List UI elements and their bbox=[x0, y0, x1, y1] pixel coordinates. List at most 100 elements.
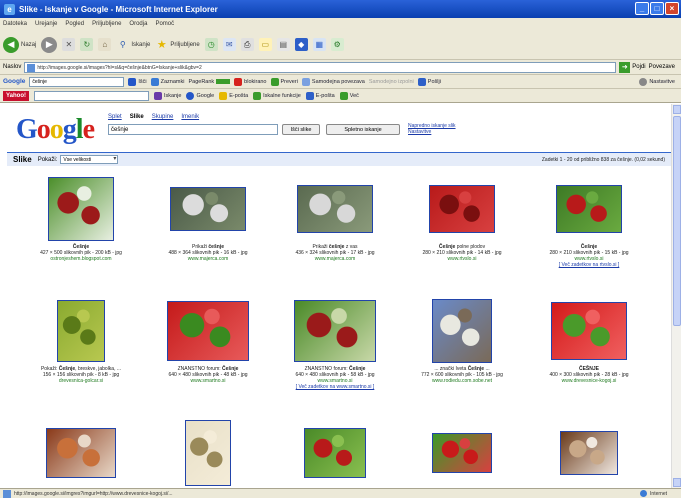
image-thumbnail[interactable] bbox=[429, 185, 495, 233]
result-source-link[interactable]: drevesnica-golcar.si bbox=[18, 378, 144, 384]
menu-item[interactable]: Urejanje bbox=[35, 21, 57, 27]
image-result: Prikaži češnje z vas 436 × 324 slikovnih … bbox=[272, 174, 398, 262]
search-button[interactable]: ⚲ Iskanje bbox=[116, 38, 150, 51]
autolink-button[interactable]: Samodejna povezava bbox=[301, 77, 365, 86]
address-input[interactable]: http://images.google.si/images?hl=sl&q=č… bbox=[24, 61, 617, 73]
yahoo-search-input[interactable] bbox=[34, 90, 149, 101]
go-arrow-icon: ➜ bbox=[619, 61, 631, 73]
tab-1[interactable]: Slike bbox=[130, 114, 144, 120]
result-source-link[interactable]: www.rodiedu.com.sobe.net bbox=[399, 378, 525, 384]
spellcheck-button[interactable]: Preveri bbox=[270, 77, 298, 86]
tab-0[interactable]: Splet bbox=[108, 114, 122, 120]
search-images-button[interactable]: Išči slike bbox=[282, 124, 320, 135]
yahoo-google-button[interactable]: Google bbox=[186, 91, 214, 100]
google-icon bbox=[186, 91, 195, 100]
image-thumbnail[interactable] bbox=[432, 433, 492, 473]
folder-icon[interactable]: ▭ bbox=[258, 38, 272, 51]
favorites-button[interactable]: ★ Priljubljene bbox=[155, 38, 200, 51]
image-result: ZNANSTNO forum: Češnje 640 × 480 slikovni… bbox=[272, 296, 398, 390]
maximize-button[interactable]: □ bbox=[650, 2, 664, 15]
history-icon[interactable]: ◷ bbox=[204, 38, 218, 51]
autofill-button[interactable]: Samodejno izpolni bbox=[369, 79, 414, 85]
scroll-thumb[interactable] bbox=[673, 116, 681, 326]
yahoo-more-button[interactable]: Več bbox=[339, 91, 359, 100]
pagerank-indicator[interactable]: PageRank bbox=[188, 79, 231, 85]
yahoo-mail-button[interactable]: E-pošta bbox=[219, 91, 248, 100]
image-thumbnail[interactable] bbox=[294, 300, 376, 362]
yahoo-search-button[interactable]: Iskanje bbox=[154, 91, 181, 100]
refresh-icon[interactable]: ↻ bbox=[80, 38, 94, 51]
image-thumbnail[interactable] bbox=[185, 420, 231, 486]
menu-bar: Datoteka Urejanje Pogled Priljubljene Orodja… bbox=[0, 18, 681, 30]
image-result: Pokaži: Češnje, breskve, jabolka, ... 156… bbox=[18, 296, 144, 384]
yahoo-webcam-button[interactable]: Iskalne funkcije bbox=[253, 91, 301, 100]
google-toolbar-logo[interactable]: Google bbox=[3, 78, 25, 85]
mail-icon[interactable]: ✉ bbox=[222, 38, 236, 51]
search-icon bbox=[128, 77, 137, 86]
yahoo-email-button[interactable]: E-pošta bbox=[305, 91, 335, 100]
research-icon[interactable]: ▦ bbox=[312, 38, 326, 51]
links-label[interactable]: Povezave bbox=[649, 64, 675, 70]
send-button[interactable]: Pošlji bbox=[417, 77, 441, 86]
advanced-search-link[interactable]: Napredno iskanje slik Nastavitve bbox=[408, 123, 474, 135]
google-logo[interactable]: Google bbox=[16, 114, 95, 146]
go-button[interactable]: ➜ Pojdi bbox=[619, 61, 646, 73]
size-filter-select[interactable]: Vse velikosti bbox=[60, 155, 119, 164]
vertical-scrollbar[interactable] bbox=[671, 104, 681, 488]
result-source-link[interactable]: www.rtvslo.si bbox=[399, 256, 525, 262]
menu-item[interactable]: Orodja bbox=[129, 21, 147, 27]
show-label: Pokaži: bbox=[37, 156, 58, 163]
search-icon bbox=[154, 91, 162, 100]
bookmarks-button[interactable]: Zaznamki bbox=[150, 77, 184, 86]
web-search-button[interactable]: Spletno iskanje bbox=[326, 124, 400, 135]
menu-item[interactable]: Priljubljene bbox=[92, 21, 121, 27]
image-thumbnail[interactable] bbox=[560, 431, 618, 475]
result-source-link[interactable]: www.majerca.com bbox=[145, 256, 271, 262]
image-thumbnail[interactable] bbox=[432, 299, 492, 363]
result-source-link[interactable]: www.majerca.com bbox=[272, 256, 398, 262]
menu-item[interactable]: Pomoč bbox=[155, 21, 174, 27]
result-source-link[interactable]: www.drevesnice-kogoj.si bbox=[526, 378, 652, 384]
tab-2[interactable]: Skupine bbox=[152, 114, 174, 120]
close-button[interactable]: × bbox=[665, 2, 679, 15]
image-result bbox=[18, 418, 144, 488]
globe-icon bbox=[640, 490, 648, 497]
image-thumbnail[interactable] bbox=[167, 301, 249, 361]
scroll-down-button[interactable] bbox=[673, 478, 681, 487]
image-thumbnail[interactable] bbox=[57, 300, 105, 362]
scroll-up-button[interactable] bbox=[673, 105, 681, 114]
popup-blocker-button[interactable]: blokirano bbox=[234, 77, 267, 86]
yahoo-logo[interactable]: Yahoo! bbox=[3, 90, 29, 101]
more-results-link[interactable]: [ Več zadetkov na www.smartno.si ] bbox=[272, 384, 398, 390]
messenger-icon[interactable]: ◆ bbox=[294, 38, 308, 51]
image-thumbnail[interactable] bbox=[551, 302, 627, 360]
minimize-button[interactable]: _ bbox=[635, 2, 649, 15]
link-icon bbox=[301, 77, 310, 86]
thumbnail-wrapper bbox=[272, 418, 398, 488]
image-thumbnail[interactable] bbox=[297, 185, 373, 233]
star-icon: ★ bbox=[156, 39, 167, 51]
image-thumbnail[interactable] bbox=[304, 428, 366, 478]
browser-toolbar: ◀ Nazaj ▶ ✕ ↻ ⌂ ⚲ Iskanje ★ Priljubljene… bbox=[0, 30, 681, 60]
image-thumbnail[interactable] bbox=[170, 187, 246, 231]
tab-3[interactable]: Imenik bbox=[181, 114, 199, 120]
back-button[interactable]: ◀ Nazaj bbox=[3, 36, 36, 53]
edit-icon[interactable]: ▤ bbox=[276, 38, 290, 51]
print-icon[interactable]: ⎙ bbox=[240, 38, 254, 51]
google-toolbar-search-input[interactable]: češnje bbox=[29, 76, 125, 87]
result-source-link[interactable]: ostronjeshem.blogspot.com bbox=[18, 256, 144, 262]
home-icon[interactable]: ⌂ bbox=[98, 38, 112, 51]
google-toolbar-search-button[interactable]: Išči bbox=[128, 77, 147, 86]
image-search-input[interactable]: češnje bbox=[108, 124, 278, 135]
image-thumbnail[interactable] bbox=[46, 428, 116, 478]
menu-item[interactable]: Datoteka bbox=[3, 21, 27, 27]
image-thumbnail[interactable] bbox=[48, 177, 114, 241]
stop-icon[interactable]: ✕ bbox=[62, 38, 76, 51]
forward-button[interactable]: ▶ bbox=[41, 36, 58, 53]
image-thumbnail[interactable] bbox=[556, 185, 622, 233]
more-results-link[interactable]: [ Več zadetkov na rtvslo.si ] bbox=[526, 262, 652, 268]
result-source-link[interactable]: www.smartno.si bbox=[145, 378, 271, 384]
tools-icon[interactable]: ⚙ bbox=[330, 38, 344, 51]
google-settings-button[interactable]: Nastavitve bbox=[639, 77, 675, 86]
menu-item[interactable]: Pogled bbox=[65, 21, 84, 27]
